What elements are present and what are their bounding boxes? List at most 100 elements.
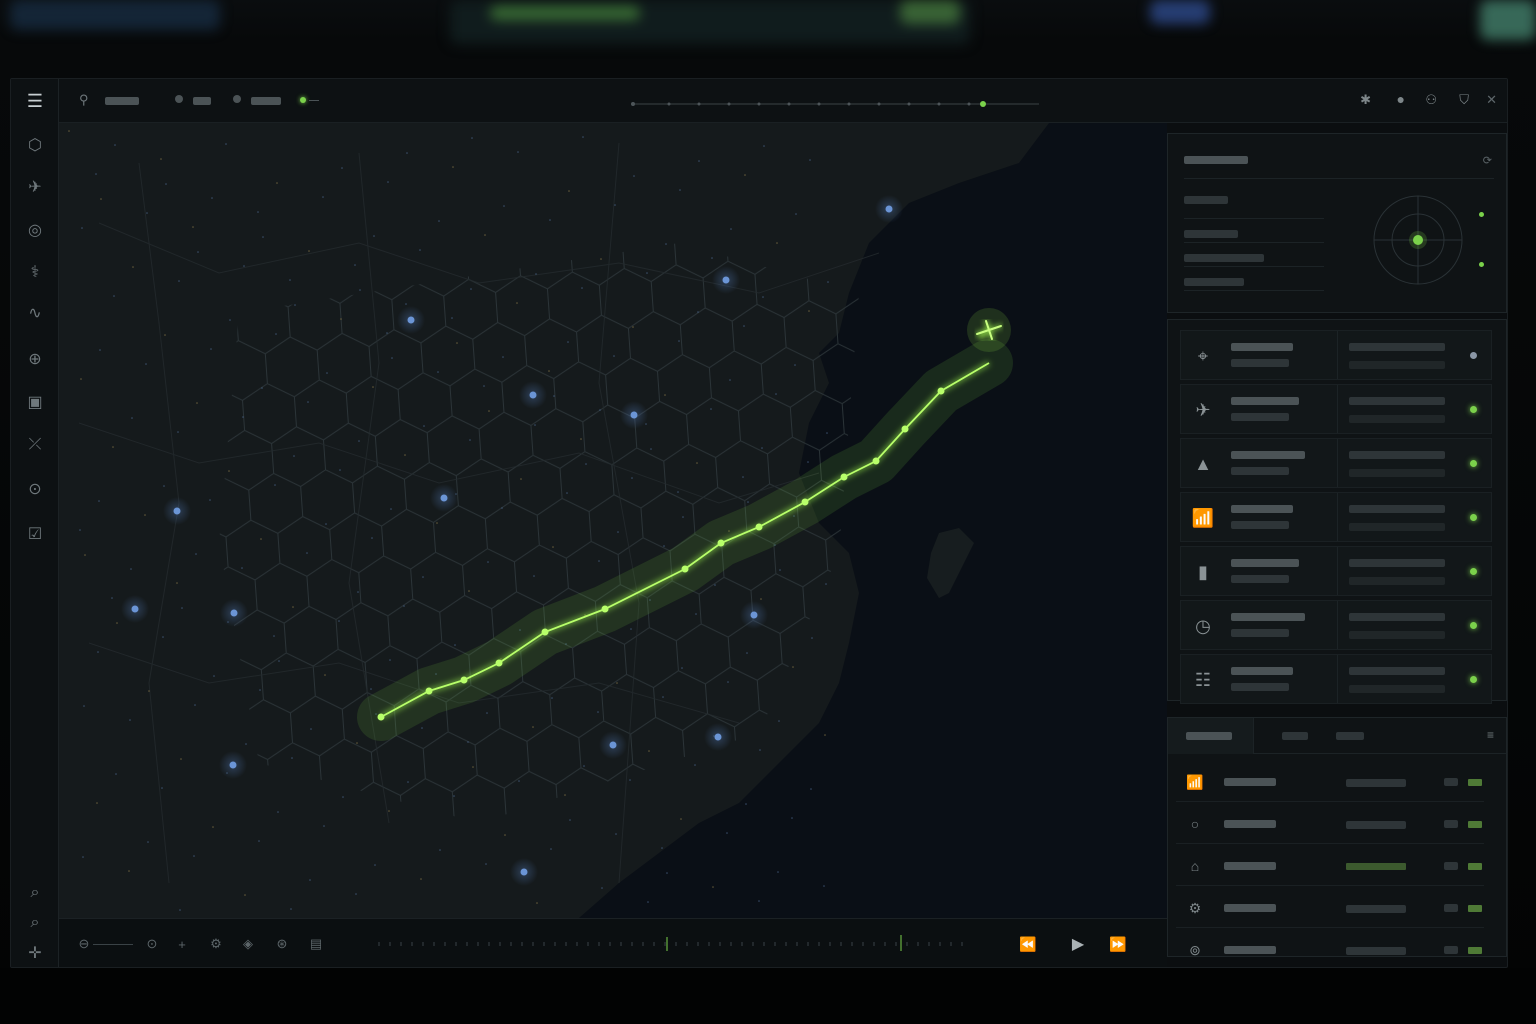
document-icon[interactable]: ▤ <box>307 935 325 953</box>
status-row[interactable]: ◷ <box>1180 600 1492 650</box>
light-speck <box>501 507 503 509</box>
list-item[interactable]: 📶 <box>1176 762 1484 802</box>
city-node[interactable] <box>740 601 768 629</box>
radar-icon[interactable]: ⊙ <box>23 477 47 501</box>
light-speck <box>533 575 535 577</box>
layers-icon[interactable]: ◈ <box>239 935 257 953</box>
list-item[interactable]: ○ <box>1176 804 1484 844</box>
checklist-icon[interactable]: ☑ <box>23 522 47 546</box>
timeline-scrubber[interactable] <box>629 97 1049 111</box>
light-speck <box>342 796 344 798</box>
user-icon[interactable]: ⚇ <box>1425 92 1437 108</box>
aircraft-icon[interactable]: ✈ <box>23 175 47 199</box>
fast-forward-icon[interactable]: ⏩ <box>1109 935 1127 953</box>
menu-icon[interactable]: ☰ <box>23 89 47 113</box>
tab[interactable] <box>1336 732 1364 740</box>
city-node[interactable] <box>510 858 538 886</box>
hexagon-icon[interactable]: ⬡ <box>23 133 47 157</box>
zoom-reset-icon[interactable]: ⊙ <box>143 935 161 953</box>
status-row[interactable]: 📶 <box>1180 492 1492 542</box>
light-speck <box>811 637 813 639</box>
light-speck <box>566 492 568 494</box>
alert-icon[interactable]: ● <box>1397 91 1405 107</box>
waypoint-marker[interactable] <box>681 565 689 573</box>
plane-off-icon[interactable]: ⤫ <box>23 433 47 457</box>
waypoint-marker[interactable] <box>901 425 909 433</box>
city-node[interactable] <box>620 401 648 429</box>
list-item[interactable]: ⌂ <box>1176 846 1484 886</box>
chart-icon[interactable]: ▣ <box>23 390 47 414</box>
city-node[interactable] <box>163 497 191 525</box>
add-icon[interactable]: + <box>173 935 191 953</box>
city-node[interactable] <box>599 731 627 759</box>
zoom-out-icon[interactable]: ⌕ <box>23 911 47 935</box>
city-node[interactable] <box>704 723 732 751</box>
list-metric <box>1444 820 1458 828</box>
waveform-icon[interactable]: ∿ <box>23 301 47 325</box>
city-node[interactable] <box>397 306 425 334</box>
city-node[interactable] <box>430 484 458 512</box>
waypoint-marker[interactable] <box>601 605 609 613</box>
waypoint-marker[interactable] <box>495 659 503 667</box>
person-icon[interactable]: ⚲ <box>79 92 89 108</box>
status-row[interactable]: ☷ <box>1180 654 1492 704</box>
light-speck <box>808 310 810 312</box>
status-row[interactable]: ▮ <box>1180 546 1492 596</box>
shield-icon[interactable]: ⛉ <box>1459 92 1469 108</box>
waypoint-marker[interactable] <box>717 539 725 547</box>
light-speck <box>536 902 538 904</box>
tab[interactable] <box>1282 732 1308 740</box>
city-node[interactable] <box>519 381 547 409</box>
light-speck <box>193 855 195 857</box>
refresh-icon[interactable]: ⟳ <box>1483 154 1492 167</box>
light-speck <box>665 243 667 245</box>
waypoint-marker[interactable] <box>840 473 848 481</box>
light-speck <box>439 849 441 851</box>
list-item[interactable]: ⊚ <box>1176 930 1484 967</box>
waypoint-marker[interactable] <box>937 387 945 395</box>
waypoint-marker[interactable] <box>541 628 549 636</box>
toolbar-item[interactable] <box>251 97 281 105</box>
light-speck <box>99 349 101 351</box>
list-item[interactable]: ⚙ <box>1176 888 1484 928</box>
rewind-icon[interactable]: ⏪ <box>1019 935 1037 953</box>
city-node[interactable] <box>219 751 247 779</box>
map-view[interactable] <box>59 123 1167 918</box>
light-speck <box>615 833 617 835</box>
light-speck <box>96 802 98 804</box>
list-menu-icon[interactable]: ≡ <box>1487 728 1494 742</box>
compass-icon[interactable]: ✛ <box>23 941 47 965</box>
waypoint-marker[interactable] <box>801 498 809 506</box>
status-row[interactable]: ▲ <box>1180 438 1492 488</box>
playback-timeline[interactable] <box>377 933 967 955</box>
toolbar-item[interactable] <box>193 97 211 105</box>
zoom-in-icon[interactable]: ⌕ <box>23 881 47 905</box>
light-speck <box>100 198 102 200</box>
toolbar-item[interactable] <box>105 97 139 105</box>
close-icon[interactable]: ✕ <box>1486 92 1497 108</box>
light-speck <box>179 909 181 911</box>
zoom-slider-icon[interactable]: ⊖ <box>75 935 93 953</box>
status-row[interactable]: ⌖ <box>1180 330 1492 380</box>
city-node[interactable] <box>121 595 149 623</box>
light-speck <box>568 190 570 192</box>
waypoint-marker[interactable] <box>872 457 880 465</box>
city-node[interactable] <box>875 195 903 223</box>
settings-icon[interactable]: ✱ <box>1360 92 1371 108</box>
target-icon[interactable]: ⊛ <box>273 935 291 953</box>
target-icon[interactable]: ◎ <box>23 218 47 242</box>
zoom-slider[interactable] <box>93 944 133 945</box>
waypoint-marker[interactable] <box>460 676 468 684</box>
play-icon[interactable]: ▶ <box>1069 935 1087 953</box>
waypoint-marker[interactable] <box>425 687 433 695</box>
city-node[interactable] <box>220 599 248 627</box>
city-node[interactable] <box>712 266 740 294</box>
status-row[interactable]: ✈ <box>1180 384 1492 434</box>
waypoint-marker[interactable] <box>377 713 385 721</box>
waypoint-marker[interactable] <box>755 523 763 531</box>
signal-icon[interactable]: ⚕ <box>23 260 47 284</box>
crosshair-icon[interactable]: ⊕ <box>23 347 47 371</box>
tab-active[interactable] <box>1168 718 1254 754</box>
gear-icon[interactable]: ⚙ <box>207 935 225 953</box>
light-speck <box>646 272 648 274</box>
